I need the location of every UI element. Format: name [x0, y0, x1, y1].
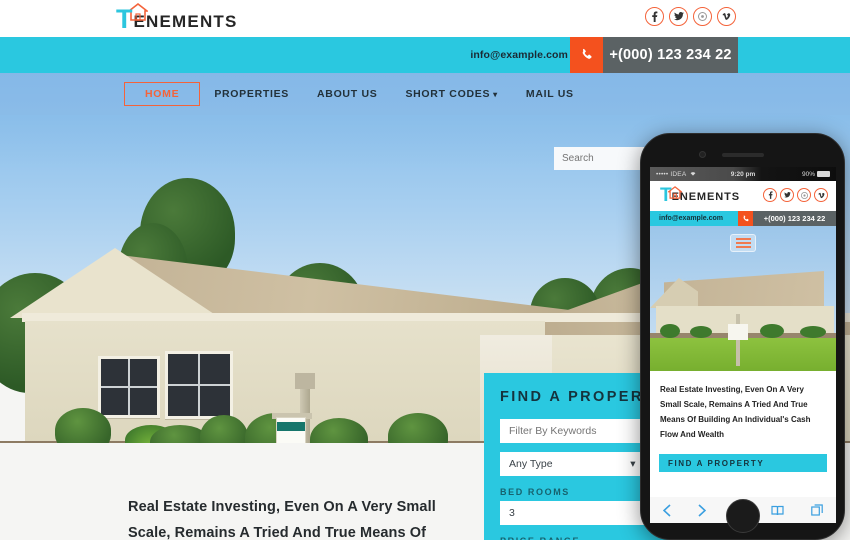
lawn — [650, 338, 836, 371]
chevron-down-icon: ▾ — [493, 90, 498, 99]
bookmarks-icon[interactable] — [771, 505, 784, 516]
phone-hero-image — [650, 226, 836, 371]
nav-item-home[interactable]: HOME — [124, 82, 201, 106]
bedrooms-input[interactable] — [500, 501, 645, 525]
shrub — [690, 326, 712, 338]
facebook-icon[interactable] — [763, 188, 777, 202]
bedrooms-group: BED ROOMS — [500, 476, 645, 525]
phone-contact-number[interactable]: +(000) 123 234 22 — [753, 211, 836, 226]
shrub — [800, 326, 826, 338]
phone-site-logo[interactable]: T ENEMENTS — [660, 186, 740, 205]
twitter-icon[interactable] — [669, 7, 688, 26]
nav-items: HOME PROPERTIES ABOUT US SHORT CODES ▾ MA… — [124, 82, 588, 106]
for-sale-sign — [728, 324, 748, 340]
nav-item-properties[interactable]: PROPERTIES — [200, 82, 303, 106]
phone-find-a-property-bar[interactable]: FIND A PROPERTY — [659, 454, 827, 472]
twitter-icon[interactable] — [780, 188, 794, 202]
battery-icon — [817, 171, 830, 177]
nav-item-about-us[interactable]: ABOUT US — [303, 82, 391, 106]
property-type-select[interactable]: Any Type ▾ — [500, 452, 645, 476]
phone-icon[interactable] — [738, 211, 753, 226]
phone-headline: Real Estate Investing, Even On A Very Sm… — [650, 371, 836, 448]
for-sale-signpost — [736, 314, 740, 366]
carrier-label: ••••• IDEA — [656, 170, 687, 178]
front-camera-icon — [699, 151, 706, 158]
hamburger-menu-icon[interactable] — [730, 234, 756, 252]
logo-letter-t: T — [116, 4, 133, 34]
contact-bar: info@example.com +(000) 123 234 22 — [0, 37, 850, 73]
forward-icon[interactable] — [698, 503, 707, 517]
property-type-value: Any Type — [509, 458, 553, 470]
google-plus-icon[interactable] — [693, 7, 712, 26]
contact-phone-number[interactable]: +(000) 123 234 22 — [603, 37, 738, 73]
site-logo[interactable]: T ENEMENTS — [116, 2, 238, 34]
earpiece-speaker — [721, 153, 764, 157]
phone-social-links — [763, 188, 828, 202]
status-time: 9:20 pm — [730, 170, 756, 178]
phone-screen: ••••• IDEA 9:20 pm 90% T ENEMENTS info@e… — [650, 167, 836, 497]
bedrooms-label: BED ROOMS — [500, 487, 570, 497]
battery-percent: 90% — [801, 170, 815, 178]
social-links — [645, 7, 736, 26]
battery-status: 90% — [802, 171, 830, 178]
phone-contact-bar: info@example.com +(000) 123 234 22 — [650, 211, 836, 226]
nav-item-mail-us[interactable]: MAIL US — [512, 82, 588, 106]
phone-logo-letter-t: T — [660, 185, 672, 206]
hero-headline: Real Estate Investing, Even On A Very Sm… — [128, 499, 436, 540]
facebook-icon[interactable] — [645, 7, 664, 26]
shrub — [660, 324, 680, 338]
wifi-icon — [689, 170, 697, 178]
home-button[interactable] — [725, 499, 760, 533]
contact-email[interactable]: info@example.com — [470, 49, 568, 61]
chevron-down-icon: ▾ — [630, 458, 636, 470]
vimeo-icon[interactable] — [717, 7, 736, 26]
top-logo-bar: T ENEMENTS — [0, 0, 850, 37]
phone-contact-email[interactable]: info@example.com — [659, 215, 723, 222]
google-plus-icon[interactable] — [797, 188, 811, 202]
back-icon[interactable] — [663, 503, 671, 517]
main-navigation: HOME PROPERTIES ABOUT US SHORT CODES ▾ MA… — [0, 73, 850, 115]
nav-item-short-codes[interactable]: SHORT CODES ▾ — [391, 82, 511, 106]
shrub — [760, 324, 784, 338]
logo-wordmark: ENEMENTS — [133, 12, 238, 31]
phone-logo-bar: T ENEMENTS — [650, 181, 836, 211]
vimeo-icon[interactable] — [814, 188, 828, 202]
phone-icon[interactable] — [570, 37, 603, 73]
phone-status-bar: ••••• IDEA 9:20 pm 90% — [650, 167, 836, 181]
iphone-mockup: ••••• IDEA 9:20 pm 90% T ENEMENTS info@e… — [640, 133, 845, 540]
tabs-icon[interactable] — [810, 504, 823, 516]
nav-item-short-codes-label: SHORT CODES — [405, 88, 491, 100]
